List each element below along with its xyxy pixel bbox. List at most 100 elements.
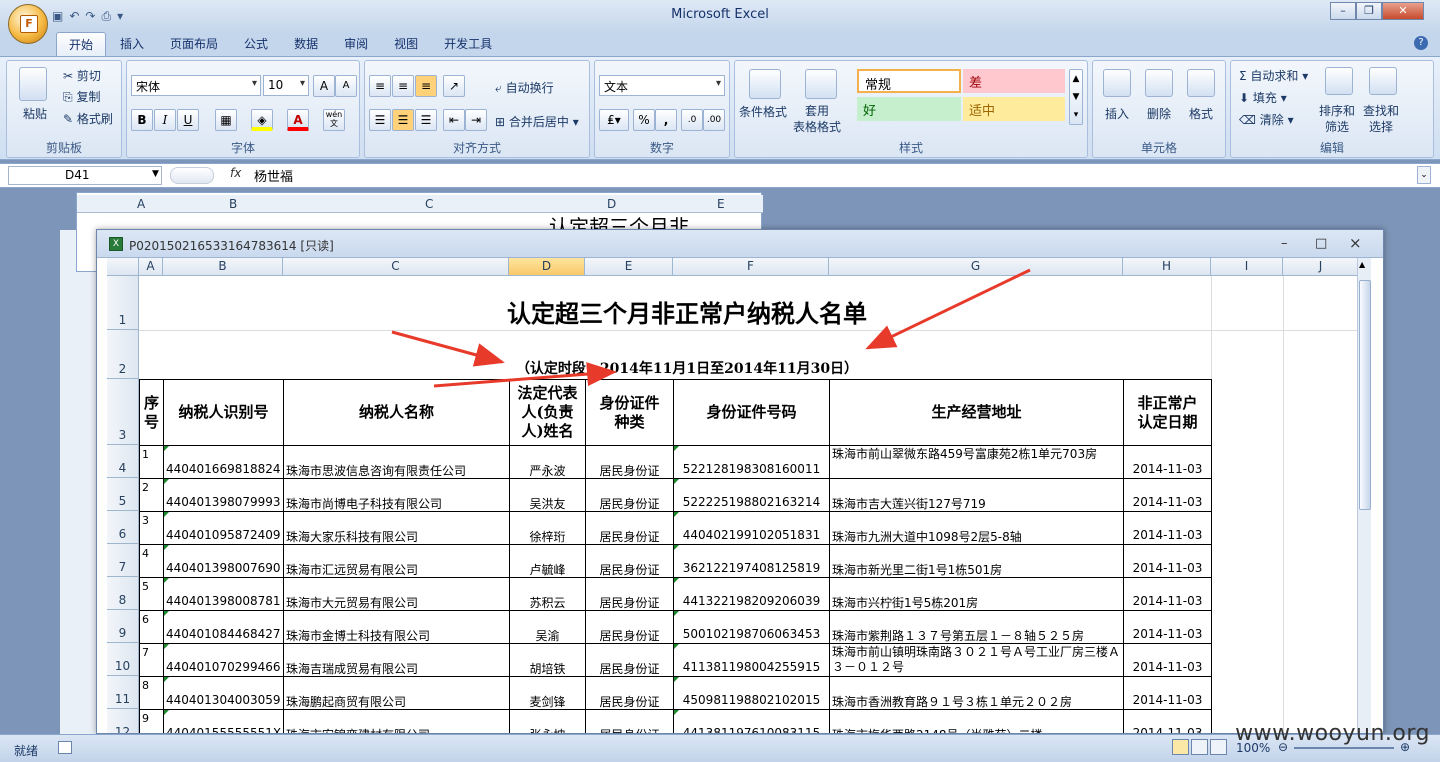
row-header[interactable]: 2 <box>107 330 139 379</box>
cell-tax-id[interactable]: 440401398079993 <box>166 495 281 509</box>
align-middle-icon[interactable]: ≡ <box>392 75 414 97</box>
borders-icon[interactable]: ▦ <box>215 109 237 131</box>
font-color-icon[interactable]: A <box>287 109 309 131</box>
cell-seq[interactable]: 3 <box>142 514 161 527</box>
fill-color-icon[interactable]: ◈ <box>251 109 273 131</box>
cell-address[interactable]: 珠海市吉大莲兴街127号719 <box>832 495 1121 512</box>
cell-address[interactable]: 珠海市九洲大道中1098号2层5-8轴 <box>832 528 1121 545</box>
paste-icon[interactable] <box>19 67 47 101</box>
format-as-table-icon[interactable] <box>805 69 837 99</box>
styles-scroll-icon[interactable]: ▲ ▼ ▾ <box>1069 69 1083 125</box>
italic-button[interactable]: I <box>154 109 176 131</box>
cell-address[interactable]: 珠海市香洲教育路９１号３栋１单元２０２房 <box>832 693 1121 710</box>
worksheet[interactable]: A B C D E F G H I J 1 2 3 4 5 6 7 8 9 10… <box>107 258 1359 733</box>
row-header[interactable]: 7 <box>107 544 139 577</box>
cell-date[interactable]: 2014-11-03 <box>1126 726 1209 733</box>
cell-id-type[interactable]: 居民身份证 <box>588 627 671 644</box>
cell-id-number[interactable]: 450981198802102015 <box>676 693 827 707</box>
cell-id-type[interactable]: 居民身份证 <box>588 528 671 545</box>
page-break-view-icon[interactable] <box>1210 739 1227 755</box>
fill-button[interactable]: ⬇ 填充 ▾ <box>1239 89 1287 106</box>
tab-insert[interactable]: 插入 <box>108 32 156 56</box>
expand-formula-bar-icon[interactable]: ⌄ <box>1417 166 1431 184</box>
style-bad[interactable]: 差 <box>963 69 1065 93</box>
cell-tax-id[interactable]: 440401669818824 <box>166 462 281 476</box>
cell-date[interactable]: 2014-11-03 <box>1126 660 1209 674</box>
normal-view-icon[interactable] <box>1172 739 1189 755</box>
paste-button[interactable]: 粘贴 <box>23 105 47 122</box>
office-button[interactable]: F <box>8 4 48 44</box>
cell-id-type[interactable]: 居民身份证 <box>588 561 671 578</box>
cell-tax-id[interactable]: 44040155555551X <box>166 726 281 733</box>
style-good[interactable]: 好 <box>857 97 961 121</box>
font-name-select[interactable]: 宋体 <box>131 75 261 96</box>
phonetic-icon[interactable]: wén 文 <box>323 109 345 131</box>
format-painter-button[interactable]: ✎ 格式刷 <box>63 110 113 127</box>
cell-date[interactable]: 2014-11-03 <box>1126 594 1209 608</box>
clear-button[interactable]: ⌫ 清除 ▾ <box>1239 111 1294 128</box>
align-center-icon[interactable]: ☰ <box>392 109 414 131</box>
cell-id-type[interactable]: 居民身份证 <box>588 693 671 710</box>
cell-date[interactable]: 2014-11-03 <box>1126 528 1209 542</box>
workbook-close-button[interactable]: × <box>1349 234 1362 252</box>
cell-date[interactable]: 2014-11-03 <box>1126 693 1209 707</box>
cell-date[interactable]: 2014-11-03 <box>1126 462 1209 476</box>
cut-button[interactable]: ✂ 剪切 <box>63 67 101 84</box>
scroll-up-icon[interactable]: ▲ <box>1359 260 1365 269</box>
name-box-dropdown-icon[interactable]: ▼ <box>152 169 159 179</box>
binoculars-icon[interactable] <box>1369 67 1397 95</box>
cell-id-number[interactable]: 440402199102051831 <box>676 528 827 542</box>
tab-review[interactable]: 审阅 <box>332 32 380 56</box>
select-all-corner[interactable] <box>107 258 139 276</box>
cell-id-number[interactable]: 362122197408125819 <box>676 561 827 575</box>
column-header-f[interactable]: F <box>673 258 829 276</box>
maximize-button[interactable]: ❐ <box>1356 2 1382 20</box>
number-format-select[interactable]: 文本 <box>599 75 725 96</box>
orientation-icon[interactable]: ↗ <box>443 75 465 97</box>
column-header-j[interactable]: J <box>1283 258 1359 276</box>
vertical-scrollbar[interactable]: ▲ <box>1357 258 1371 733</box>
column-header-a[interactable]: A <box>139 258 163 276</box>
row-header[interactable]: 9 <box>107 610 139 643</box>
cell-legal-rep[interactable]: 麦剑锋 <box>512 693 583 710</box>
cell-legal-rep[interactable]: 吴渝 <box>512 627 583 644</box>
minimize-button[interactable]: – <box>1330 2 1356 20</box>
style-normal[interactable]: 常规 <box>857 69 961 93</box>
cell-tax-name[interactable]: 珠海市尚博电子科技有限公司 <box>286 495 507 512</box>
cell-date[interactable]: 2014-11-03 <box>1126 627 1209 641</box>
align-top-icon[interactable]: ≡ <box>369 75 391 97</box>
cell-seq[interactable]: 6 <box>142 613 161 626</box>
tab-page-layout[interactable]: 页面布局 <box>158 32 230 56</box>
row-header[interactable]: 12 <box>107 709 139 733</box>
workbook-restore-button[interactable]: □ <box>1315 236 1327 251</box>
cell-tax-name[interactable]: 珠海市思波信息咨询有限责任公司 <box>286 462 507 479</box>
decrease-font-icon[interactable]: A <box>335 75 357 97</box>
fx-icon[interactable]: fx <box>230 166 241 180</box>
merge-center-button[interactable]: ⊞ 合并后居中 ▾ <box>495 113 579 130</box>
cell-seq[interactable]: 9 <box>142 712 161 725</box>
copy-button[interactable]: ⎘ 复制 <box>63 88 100 105</box>
decrease-decimal-icon[interactable]: .00 <box>703 109 725 131</box>
cell-id-number[interactable]: 441381197610083115 <box>676 726 827 733</box>
row-header[interactable]: 4 <box>107 445 139 478</box>
cell-address[interactable]: 珠海市前山镇明珠南路３０２１号Ａ号工业厂房三楼Ａ３－０１２号 <box>832 645 1121 676</box>
tab-formulas[interactable]: 公式 <box>232 32 280 56</box>
cell-tax-name[interactable]: 珠海市大元贸易有限公司 <box>286 594 507 611</box>
help-icon[interactable]: ? <box>1414 36 1428 50</box>
font-size-select[interactable]: 10 <box>263 75 309 96</box>
cell-legal-rep[interactable]: 张永坤 <box>512 726 583 733</box>
row-header[interactable]: 1 <box>107 276 139 330</box>
sort-filter-icon[interactable] <box>1325 67 1353 95</box>
comma-button[interactable]: , <box>655 109 677 131</box>
cell-id-number[interactable]: 411381198004255915 <box>676 660 827 674</box>
cell-tax-name[interactable]: 珠海市宏锦弈建材有限公司 <box>286 726 507 733</box>
row-header[interactable]: 3 <box>107 379 139 445</box>
tab-view[interactable]: 视图 <box>382 32 430 56</box>
cell-address[interactable]: 珠海市梅华西路2148号（尚雅苑）二楼 <box>832 726 1121 733</box>
column-header-i[interactable]: I <box>1211 258 1283 276</box>
decrease-indent-icon[interactable]: ⇤ <box>443 109 465 131</box>
cell-address[interactable]: 珠海市兴柠街1号5栋201房 <box>832 594 1121 611</box>
percent-button[interactable]: % <box>633 109 655 131</box>
cell-legal-rep[interactable]: 卢毓峰 <box>512 561 583 578</box>
cell-legal-rep[interactable]: 吴洪友 <box>512 495 583 512</box>
